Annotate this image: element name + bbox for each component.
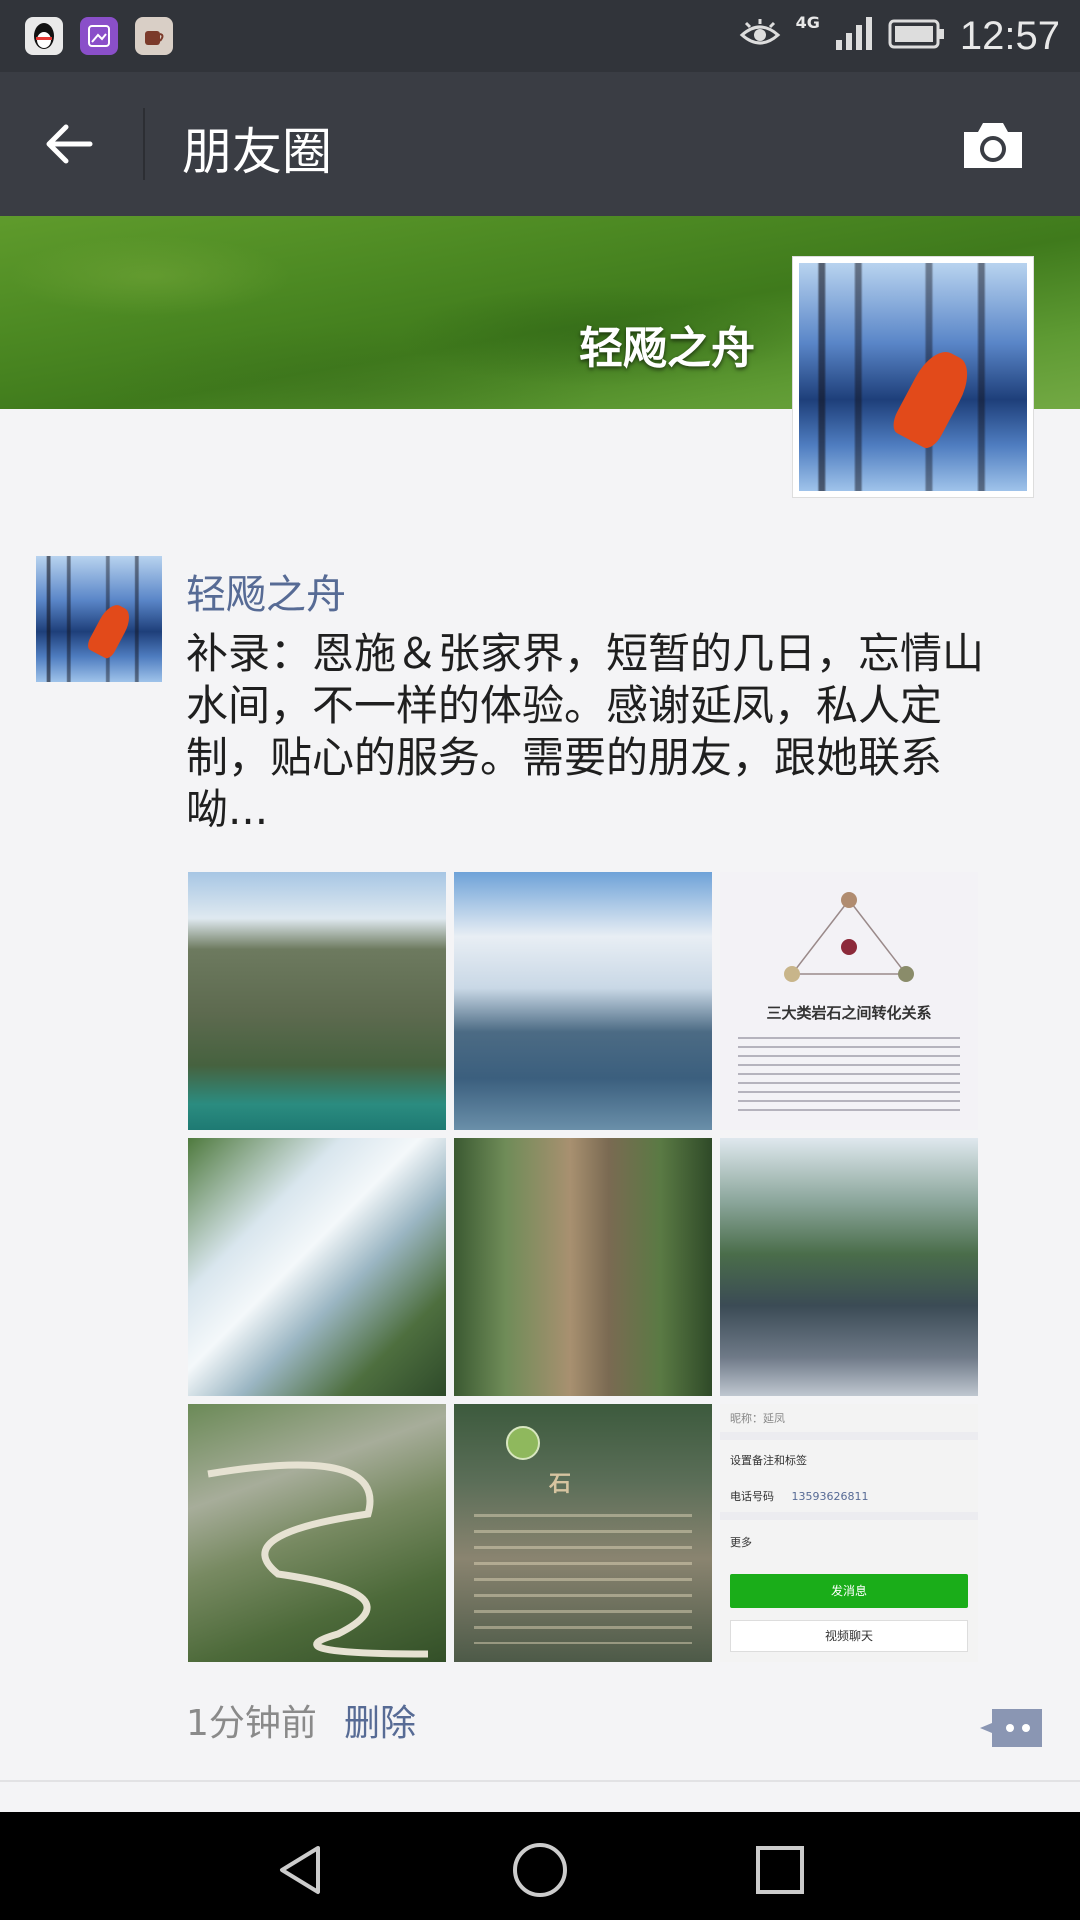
back-arrow-icon[interactable] (40, 114, 100, 174)
system-nav-bar (0, 1812, 1080, 1920)
post-text: 补录：恩施＆张家界，短暂的几日，忘情山 水间，不一样的体验。感谢延凤，私人定 制… (186, 629, 985, 834)
status-bar: 4G 12:57 (0, 0, 1080, 72)
sign-text-lines (474, 1514, 692, 1644)
contact-phone-label: 电话号码 (730, 1490, 774, 1503)
park-logo-icon (506, 1426, 540, 1460)
contact-more-label: 更多 (730, 1536, 752, 1549)
battery-icon (888, 18, 946, 54)
signal-icon (834, 16, 874, 56)
qq-icon (25, 17, 63, 55)
contact-nickname: 昵称：延凤 (730, 1412, 785, 1425)
contact-remark-label: 设置备注和标签 (730, 1454, 807, 1467)
nav-bar: 朋友圈 (0, 72, 1080, 216)
cover-username: 轻飏之舟 (579, 323, 755, 374)
contact-phone-value: 13593626811 (791, 1490, 869, 1503)
profile-avatar[interactable] (792, 256, 1034, 498)
photo-thumbnail[interactable] (720, 1138, 978, 1396)
comment-icon[interactable] (978, 1705, 1044, 1751)
gallery-icon (80, 17, 118, 55)
coffee-icon (135, 17, 173, 55)
eye-icon (738, 17, 782, 55)
photo-thumbnail[interactable] (454, 1138, 712, 1396)
contact-phone-row: 电话号码 13593626811 (730, 1488, 968, 1504)
photo-thumbnail[interactable] (188, 872, 446, 1130)
photo-thumbnail[interactable]: 石 (454, 1404, 712, 1662)
rock-cycle-diagram (784, 892, 914, 982)
separator (720, 1432, 978, 1440)
post-author-avatar[interactable] (36, 556, 162, 682)
photo-thumbnail[interactable]: 三大类岩石之间转化关系 (720, 872, 978, 1130)
photo-thumbnail[interactable] (188, 1138, 446, 1396)
nav-recents-icon[interactable] (750, 1840, 810, 1900)
nav-divider (143, 108, 145, 180)
photo-thumbnail[interactable]: 昵称：延凤 设置备注和标签 电话号码 13593626811 更多 发消息 视频… (720, 1404, 978, 1662)
photo-thumbnail[interactable] (454, 872, 712, 1130)
post-divider (0, 1780, 1080, 1782)
diagram-text-lines (738, 1037, 960, 1117)
network-type: 4G (795, 12, 820, 32)
nav-home-icon[interactable] (510, 1840, 570, 1900)
delete-link[interactable]: 删除 (344, 1694, 416, 1746)
diagram-caption: 三大类岩石之间转化关系 (766, 1004, 932, 1022)
sign-title: 石 (549, 1472, 572, 1497)
post-author-name[interactable]: 轻飏之舟 (186, 562, 346, 620)
camera-icon[interactable] (958, 116, 1028, 174)
winding-road (207, 1461, 429, 1658)
page-title: 朋友圈 (182, 123, 332, 181)
nav-back-icon[interactable] (270, 1840, 330, 1900)
video-chat-button: 视频聊天 (730, 1620, 968, 1652)
send-message-button: 发消息 (730, 1574, 968, 1608)
separator (720, 1512, 978, 1520)
photo-thumbnail[interactable] (188, 1404, 446, 1662)
clock: 12:57 (959, 13, 1060, 58)
post-timestamp: 1分钟前 (186, 1703, 317, 1744)
photo-grid: 三大类岩石之间转化关系 石 昵称：延凤 设置备注和标签 电话号码 1359362… (188, 872, 978, 1662)
